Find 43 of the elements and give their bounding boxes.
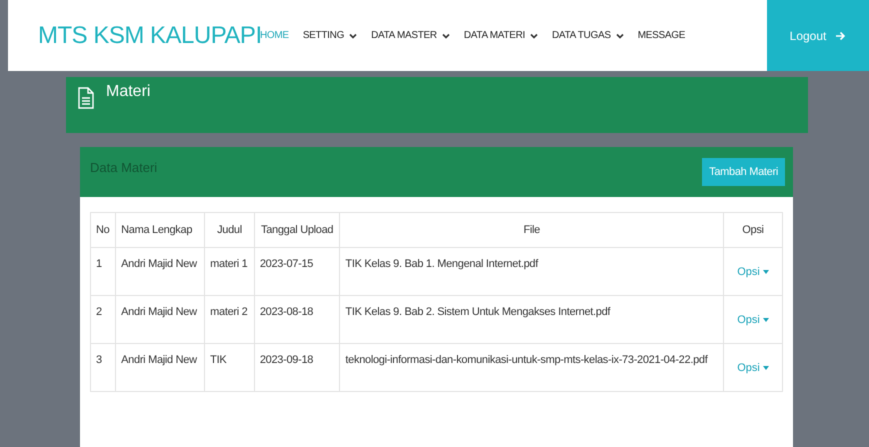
table-cell: teknologi-informasi-dan-komunikasi-untuk-smp-mts-kelas-ix-73-2021-04-22.pdf [340, 344, 724, 392]
column-header: Tanggal Upload [254, 212, 340, 248]
options-dropdown[interactable]: Opsi [737, 314, 769, 326]
caret-icon [762, 366, 769, 370]
table-cell: materi 2 [204, 296, 254, 344]
table-cell: 2023-07-15 [254, 248, 340, 296]
chevron-down-icon [616, 32, 624, 38]
nav-link[interactable]: DATA TUGAS [552, 30, 624, 41]
column-header: Opsi [724, 212, 782, 248]
chevron-down-icon [530, 32, 538, 38]
table-cell: materi 1 [204, 248, 254, 296]
options-dropdown[interactable]: Opsi [737, 362, 769, 374]
nav-link[interactable]: DATA MATERI [464, 30, 538, 41]
table-cell: TIK Kelas 9. Bab 2. Sistem Untuk Mengakses Internet.pdf [340, 296, 724, 344]
table-cell: Andri Majid New [116, 248, 205, 296]
table-cell: 2023-09-18 [254, 344, 340, 392]
table-cell: TIK [204, 344, 254, 392]
table-cell: 2023-08-18 [254, 296, 340, 344]
table-cell: 2 [90, 296, 116, 344]
table-cell: TIK Kelas 9. Bab 1. Mengenal Internet.pdf [340, 248, 724, 296]
options-dropdown[interactable]: Opsi [737, 266, 769, 278]
page-title: Materi [106, 83, 150, 101]
document-icon [78, 87, 94, 109]
column-header: No [90, 212, 116, 248]
caret-icon [762, 270, 769, 274]
nav-link[interactable]: SETTING [302, 30, 358, 41]
nav-link[interactable]: DATA MASTER [371, 30, 450, 41]
column-header: Judul [204, 212, 254, 248]
caret-icon [762, 318, 769, 322]
nav-link[interactable]: HOME [260, 30, 289, 41]
add-button[interactable]: Tambah Materi [702, 158, 785, 186]
table-cell: 1 [90, 248, 116, 296]
table-cell: Andri Majid New [116, 296, 205, 344]
table-cell: 3 [90, 344, 116, 392]
arrow-right-icon [835, 30, 846, 40]
column-header: Nama Lengkap [116, 212, 205, 248]
chevron-down-icon [442, 32, 450, 38]
column-header: File [340, 212, 724, 248]
table-cell: Andri Majid New [116, 344, 205, 392]
logout-button[interactable]: Logout [767, 0, 869, 71]
nav-link[interactable]: MESSAGE [638, 30, 686, 41]
chevron-down-icon [349, 32, 358, 38]
brand-title[interactable]: MTS KSM KALUPAPI [38, 22, 260, 50]
